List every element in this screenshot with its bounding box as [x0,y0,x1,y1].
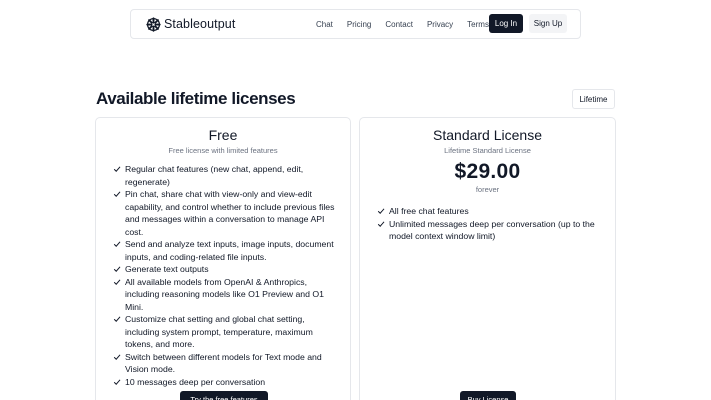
check-icon [113,188,125,201]
feature-text: All free chat features [389,206,469,216]
feature-text: Customize chat setting and global chat s… [125,314,313,349]
feature-text: Unlimited messages deep per conversation… [389,218,595,242]
list-item: 10 messages deep per conversation [113,376,341,389]
top-navbar: Stableoutput Chat Pricing Contact Privac… [130,9,581,39]
feature-list: All free chat features Unlimited message… [377,205,605,243]
list-item: Pin chat, share chat with view-only and … [113,188,341,238]
login-button[interactable]: Log In [489,14,523,33]
check-icon [113,351,125,364]
check-icon [113,276,125,289]
check-icon [113,313,125,326]
list-item: Regular chat features (new chat, append,… [113,163,341,188]
check-icon [377,205,389,218]
list-item: Generate text outputs [113,263,341,276]
plan-price: $29.00 [454,160,521,183]
feature-text: Pin chat, share chat with view-only and … [125,189,335,237]
nav-link-contact[interactable]: Contact [385,20,413,29]
brand-name: Stableoutput [164,17,236,31]
feature-text: Regular chat features (new chat, append,… [125,164,304,187]
feature-text: Switch between different models for Text… [125,351,322,375]
signup-button[interactable]: Sign Up [529,14,567,33]
page-title: Available lifetime licenses [96,89,296,108]
check-icon [113,263,125,276]
plan-title: Standard License [433,127,542,143]
list-item: All available models from OpenAI & Anthr… [113,276,341,314]
try-free-features-button[interactable]: Try the free features [180,391,268,400]
feature-text: 10 messages deep per conversation [125,376,266,387]
plan-card-free: Free Free license with limited features … [95,117,351,400]
nav-link-pricing[interactable]: Pricing [347,20,371,29]
feature-text: Send and analyze text inputs, image inpu… [125,239,334,262]
list-item: All free chat features [377,205,605,218]
brand[interactable]: Stableoutput [146,16,236,32]
feature-text: Generate text outputs [125,264,209,274]
stableoutput-logo-icon [146,16,161,32]
list-item: Switch between different models for Text… [113,351,341,376]
check-icon [113,238,125,251]
plan-subtitle: Free license with limited features [168,146,278,155]
nav-link-privacy[interactable]: Privacy [427,20,453,29]
check-icon [377,218,389,231]
list-item: Unlimited messages deep per conversation… [377,218,605,243]
feature-text: All available models from OpenAI & Anthr… [125,276,324,312]
plan-card-standard: Standard License Lifetime Standard Licen… [359,117,616,400]
nav-link-terms[interactable]: Terms [467,20,489,29]
plan-title: Free [208,127,238,143]
plan-period: forever [475,185,500,194]
lifetime-toggle-button[interactable]: Lifetime [572,89,615,109]
nav-links: Chat Pricing Contact Privacy Terms [316,10,489,38]
list-item: Customize chat setting and global chat s… [113,313,341,351]
nav-link-chat[interactable]: Chat [316,20,333,29]
check-icon [113,163,125,176]
plan-subtitle: Lifetime Standard License [444,146,531,155]
feature-list: Regular chat features (new chat, append,… [113,163,341,388]
list-item: Send and analyze text inputs, image inpu… [113,238,341,263]
check-icon [113,376,125,389]
buy-license-button[interactable]: Buy License [460,391,516,400]
